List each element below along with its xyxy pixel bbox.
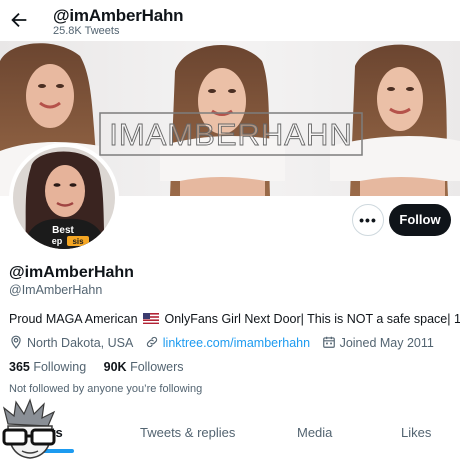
following-label: Following <box>33 360 87 374</box>
followers-link[interactable]: 90K Followers <box>104 360 184 374</box>
followers-label: Followers <box>130 360 184 374</box>
header-name: @imAmberHahn <box>53 6 184 25</box>
avatar-shirt-badge: sis <box>72 237 84 246</box>
calendar-icon <box>322 336 335 348</box>
tab-media[interactable]: Media <box>297 425 332 440</box>
profile-link[interactable]: linktree.com/imamberhahn <box>145 335 310 350</box>
bio: Proud MAGA American OnlyFans Girl Next D… <box>9 311 460 327</box>
location-text: North Dakota, USA <box>27 336 134 350</box>
user-handle: @ImAmberHahn <box>9 283 103 297</box>
following-count: 365 <box>9 360 30 374</box>
arrow-left-icon[interactable] <box>8 9 30 31</box>
avatar[interactable]: Best ep sis <box>13 147 115 249</box>
us-flag-icon <box>143 313 160 324</box>
follow-stats: 365 Following 90K Followers <box>9 360 198 374</box>
bio-text-1: Proud MAGA American <box>9 312 138 326</box>
location: North Dakota, USA <box>9 335 133 350</box>
banner-watermark: IMAMBERHAHN <box>109 117 353 152</box>
display-name: @imAmberHahn <box>9 264 134 281</box>
join-date: Joined May 2011 <box>322 335 434 350</box>
tab-tweets-replies[interactable]: Tweets & replies <box>140 425 235 440</box>
link-icon <box>146 336 157 348</box>
more-icon: ••• <box>359 212 377 228</box>
followers-count: 90K <box>103 360 127 374</box>
avatar-shirt-text-1: Best <box>52 225 74 236</box>
profile-tabs: ets Tweets & replies Media Likes <box>0 410 460 460</box>
tweet-count: 25.8K Tweets <box>53 25 120 37</box>
not-followed-notice: Not followed by anyone you’re following <box>9 383 203 395</box>
avatar-shirt-text-2: ep <box>52 236 63 246</box>
top-bar: @imAmberHahn 25.8K Tweets <box>0 0 460 41</box>
tab-likes[interactable]: Likes <box>401 425 431 440</box>
more-options-button[interactable]: ••• <box>352 204 384 236</box>
bio-text-2: OnlyFans Girl Next Door| This is NOT a s… <box>164 312 460 326</box>
following-link[interactable]: 365 Following <box>9 360 86 374</box>
follow-button[interactable]: Follow <box>389 204 451 236</box>
join-date-text: Joined May 2011 <box>339 336 434 350</box>
cartoon-glasses-logo <box>2 398 56 459</box>
profile-link-text[interactable]: linktree.com/imamberhahn <box>163 336 310 350</box>
profile-meta: North Dakota, USA linktree.com/imamberha… <box>9 335 442 350</box>
location-pin-icon <box>11 335 21 349</box>
